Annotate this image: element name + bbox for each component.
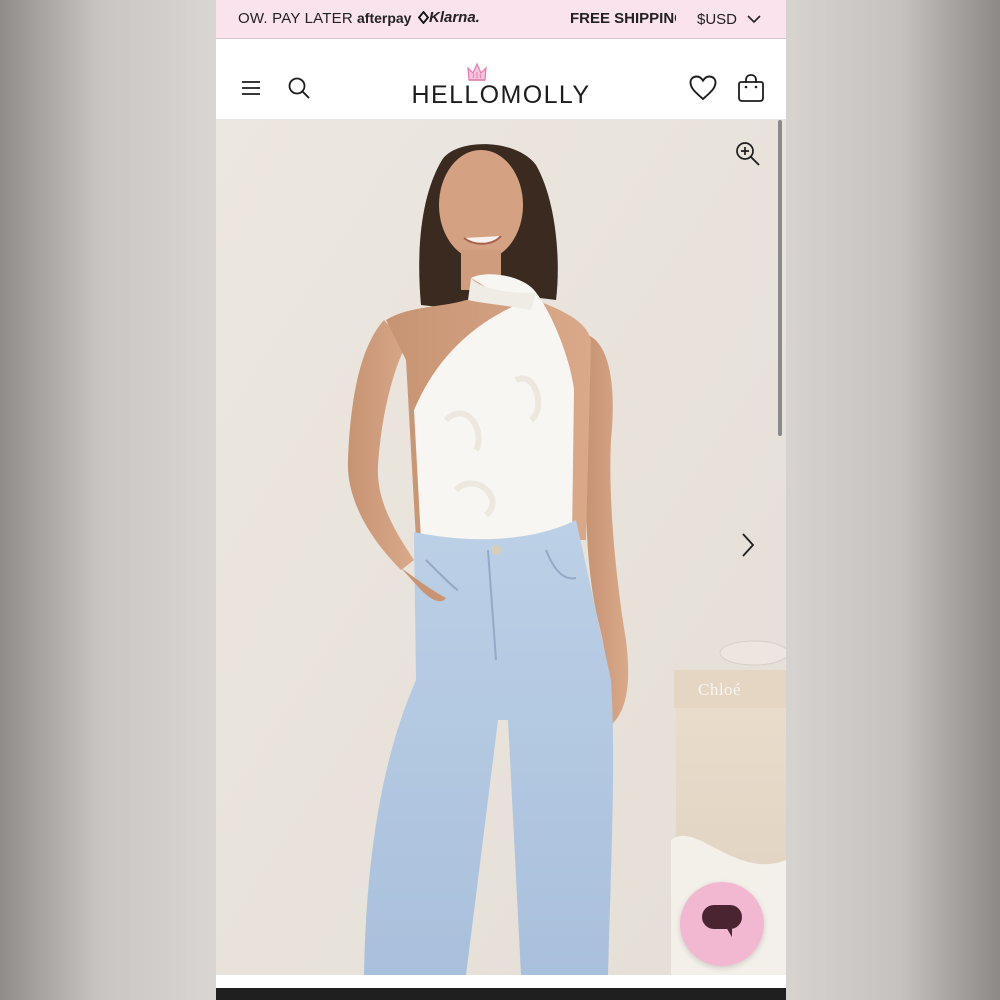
logo-text: HELLOMOLLY (411, 81, 591, 109)
currency-label: $USD (697, 10, 738, 28)
home-indicator-area (216, 988, 786, 1000)
cart-button[interactable] (734, 72, 768, 108)
free-shipping-text: FREE SHIPPING (570, 10, 676, 27)
shopping-bag-icon (737, 73, 765, 108)
afterpay-icon (417, 10, 430, 28)
wishlist-button[interactable] (686, 73, 720, 107)
search-icon (287, 76, 311, 105)
menu-button[interactable] (236, 77, 266, 103)
promo-bar: OW. PAY LATER afterpay Klarna. FREE SHIP… (216, 0, 786, 39)
pay-later-text: OW. PAY LATER (238, 10, 353, 27)
site-header: HELLOMOLLY (216, 39, 786, 120)
next-image-button[interactable] (736, 530, 760, 564)
app-viewport: OW. PAY LATER afterpay Klarna. FREE SHIP… (216, 0, 786, 1000)
currency-selector[interactable]: $USD (697, 6, 761, 32)
klarna-logo: Klarna. (429, 9, 480, 26)
site-logo[interactable]: HELLOMOLLY (406, 61, 596, 109)
bottom-bar (216, 975, 786, 988)
product-image[interactable]: Chloé (216, 120, 786, 975)
product-photo (216, 120, 786, 975)
heart-icon (689, 75, 717, 106)
chat-bubble-icon (700, 903, 744, 946)
scrollbar[interactable] (778, 120, 782, 436)
afterpay-logo: afterpay (357, 10, 412, 26)
search-button[interactable] (284, 75, 314, 105)
chevron-down-icon (747, 11, 761, 28)
pedestal-label: Chloé (698, 680, 742, 699)
zoom-button[interactable] (734, 141, 762, 172)
chat-button[interactable] (680, 882, 764, 966)
zoom-in-icon (735, 141, 761, 172)
chevron-right-icon (741, 532, 755, 563)
menu-icon (241, 80, 261, 101)
